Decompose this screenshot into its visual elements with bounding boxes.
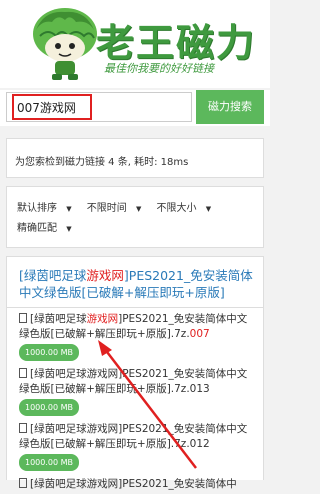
- result-summary-panel: 为您索检到磁力链接 4 条, 耗时: 18ms: [6, 138, 264, 178]
- result-count-text: 为您索检到磁力链接 4 条, 耗时: 18ms: [15, 157, 189, 168]
- caret-down-icon: ▼: [66, 205, 72, 213]
- cabbage-mascot-icon: [33, 8, 97, 80]
- file-item: [绿茵吧足球游戏网]PES2021_免安装简体中: [7, 473, 263, 494]
- highlight-box: [12, 94, 92, 120]
- file-item: [绿茵吧足球游戏网]PES2021_免安装简体中文绿色版[已破解+解压即玩+原版…: [7, 418, 263, 473]
- logo-title: 老王磁力: [96, 20, 257, 65]
- file-icon: [19, 313, 27, 323]
- size-badge: 1000.00 MB: [19, 454, 80, 471]
- caret-down-icon: ▼: [66, 225, 72, 233]
- match-filter[interactable]: 精确匹配 ▼: [17, 223, 78, 234]
- caret-down-icon: ▼: [135, 205, 142, 213]
- size-badge: 1000.00 MB: [19, 344, 80, 361]
- file-icon: [19, 423, 27, 433]
- result-panel: [绿茵吧足球游戏网]PES2021_免安装简体中文绿色版[已破解+解压即玩+原版…: [6, 256, 264, 490]
- file-item: [绿茵吧足球游戏网]PES2021_免安装简体中文绿色版[已破解+解压即玩+原版…: [7, 308, 263, 363]
- logo-slogan: 最佳你我要的好好链接: [104, 62, 214, 75]
- filter-panel: 默认排序 ▼ 不限时间 ▼ 不限大小 ▼ 精确匹配 ▼: [6, 186, 264, 248]
- file-icon: [19, 368, 27, 378]
- time-filter[interactable]: 不限时间 ▼: [87, 203, 148, 214]
- file-item: [绿茵吧足球游戏网]PES2021_免安装简体中文绿色版[已破解+解压即玩+原版…: [7, 363, 263, 418]
- size-badge: 1000.00 MB: [19, 399, 80, 416]
- size-filter[interactable]: 不限大小 ▼: [157, 203, 218, 214]
- sort-filter[interactable]: 默认排序 ▼: [17, 203, 78, 214]
- search-button[interactable]: 磁力搜索: [196, 90, 264, 124]
- caret-down-icon: ▼: [205, 205, 212, 213]
- site-header: 老王磁力 最佳你我要的好好链接: [0, 0, 270, 88]
- result-title-link[interactable]: [绿茵吧足球游戏网]PES2021_免安装简体中文绿色版[已破解+解压即玩+原版…: [7, 257, 263, 307]
